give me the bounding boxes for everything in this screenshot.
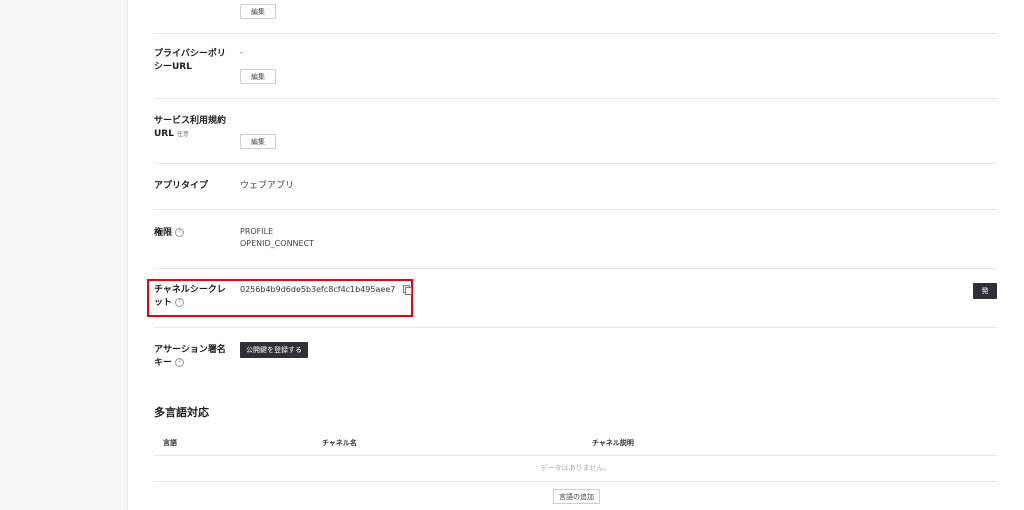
permissions-label-text: 権限 [154,228,173,238]
assertion-key-label-text: アサーション署名キー [154,345,226,368]
permissions-value-openid: OPENID_CONNECT [240,239,315,248]
permissions-value-profile: PROFILE [240,227,274,236]
channel-secret-label: チャネルシークレット? [154,284,232,310]
edit-button-top[interactable]: 編集 [240,4,276,19]
column-header-language: 言語 [163,439,177,447]
register-public-key-button[interactable]: 公開鍵を登録する [240,342,308,358]
help-icon[interactable]: ? [175,298,185,307]
assertion-key-label: アサーション署名キー? [154,344,232,370]
empty-table-message: データはありません。 [540,464,611,472]
optional-tag: 任意 [176,131,189,138]
column-header-channel-name: チャネル名 [322,439,357,447]
channel-secret-label-text: チャネルシークレット [154,285,226,308]
divider [154,327,997,328]
divider [154,33,997,34]
channel-settings-panel: 編集 プライバシーポリシーURL - 編集 サービス利用規約URL 任意 編集 ア… [147,0,997,510]
divider [154,163,997,164]
copy-icon[interactable] [403,285,413,295]
terms-of-service-label: サービス利用規約URL 任意 [154,115,232,141]
channel-secret-value-row: 0256b4b9d6de5b3efc8cf4c1b495aee7 [240,284,413,296]
multilingual-table-header: 言語 チャネル名 チャネル説明 [154,432,997,455]
channel-secret-value: 0256b4b9d6de5b3efc8cf4c1b495aee7 [240,285,396,294]
multilingual-title: 多言語対応 [154,406,209,419]
issue-button[interactable]: 発行 [973,283,997,311]
privacy-policy-value: - [240,48,243,57]
permissions-label: 権限? [154,227,232,240]
divider [154,209,997,210]
app-type-value: ウェブアプリ [240,181,295,191]
divider [154,481,997,482]
app-type-label: アプリタイプ [154,181,209,191]
terms-of-service-edit-button[interactable]: 編集 [240,134,276,149]
add-language-button[interactable]: 言語の追加 [553,489,600,504]
privacy-policy-label: プライバシーポリシーURL [154,49,226,72]
divider [154,268,997,269]
terms-of-service-label-text: サービス利用規約URL [154,116,227,139]
help-icon[interactable]: ? [175,358,185,367]
column-header-channel-description: チャネル説明 [592,439,634,447]
left-sidebar [0,0,128,510]
divider [154,98,997,99]
help-icon[interactable]: ? [175,228,185,237]
privacy-policy-edit-button[interactable]: 編集 [240,69,276,84]
